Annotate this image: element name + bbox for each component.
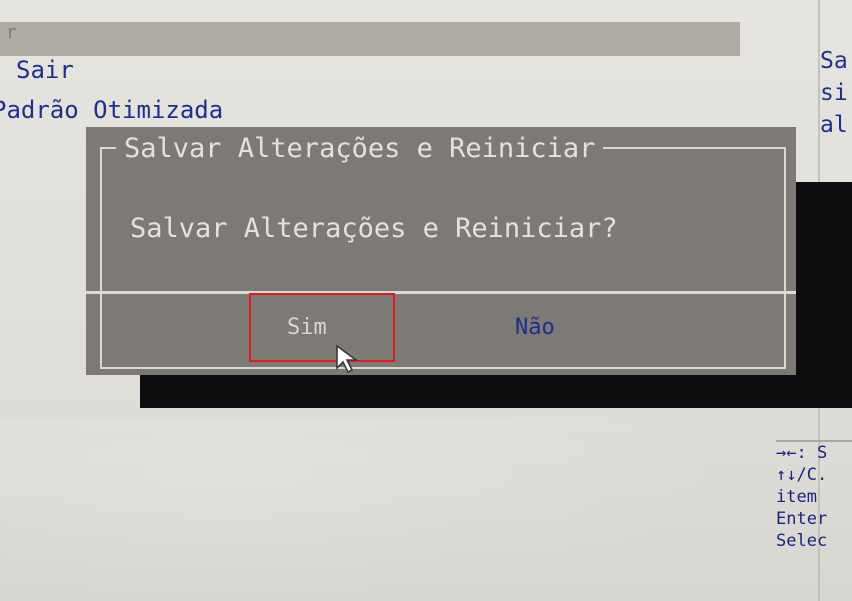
key-help-panel: →←: S ↑↓/C. item Enter Selec	[776, 440, 852, 552]
menu-top-fragment: r	[6, 22, 17, 43]
key-help-line: ↑↓/C.	[776, 465, 828, 485]
mouse-pointer-icon	[336, 344, 359, 374]
menu-item-sair[interactable]: Sair	[16, 56, 74, 84]
key-help-line: item	[776, 487, 817, 507]
menu-item-padrao-otimizada[interactable]: Padrão Otimizada	[0, 96, 223, 124]
help-fragment-3: al	[820, 112, 848, 138]
screen-glare	[0, 420, 760, 601]
help-fragment-1: Sa	[820, 48, 848, 74]
dialog-title: Salvar Alterações e Reiniciar	[116, 133, 604, 164]
key-help-line: →←: S	[776, 443, 828, 463]
dialog-frame	[100, 147, 786, 369]
key-help-line: Selec	[776, 531, 828, 551]
confirm-dialog: Salvar Alterações e Reiniciar Salvar Alt…	[86, 127, 796, 375]
dialog-separator	[86, 291, 796, 294]
help-fragment-2: si	[820, 80, 848, 106]
dialog-question: Salvar Alterações e Reiniciar?	[130, 213, 618, 244]
key-help-line: Enter	[776, 509, 828, 529]
menu-selected-bar: r	[0, 22, 740, 56]
selection-highlight-box	[249, 293, 395, 362]
no-button[interactable]: Não	[515, 315, 555, 340]
